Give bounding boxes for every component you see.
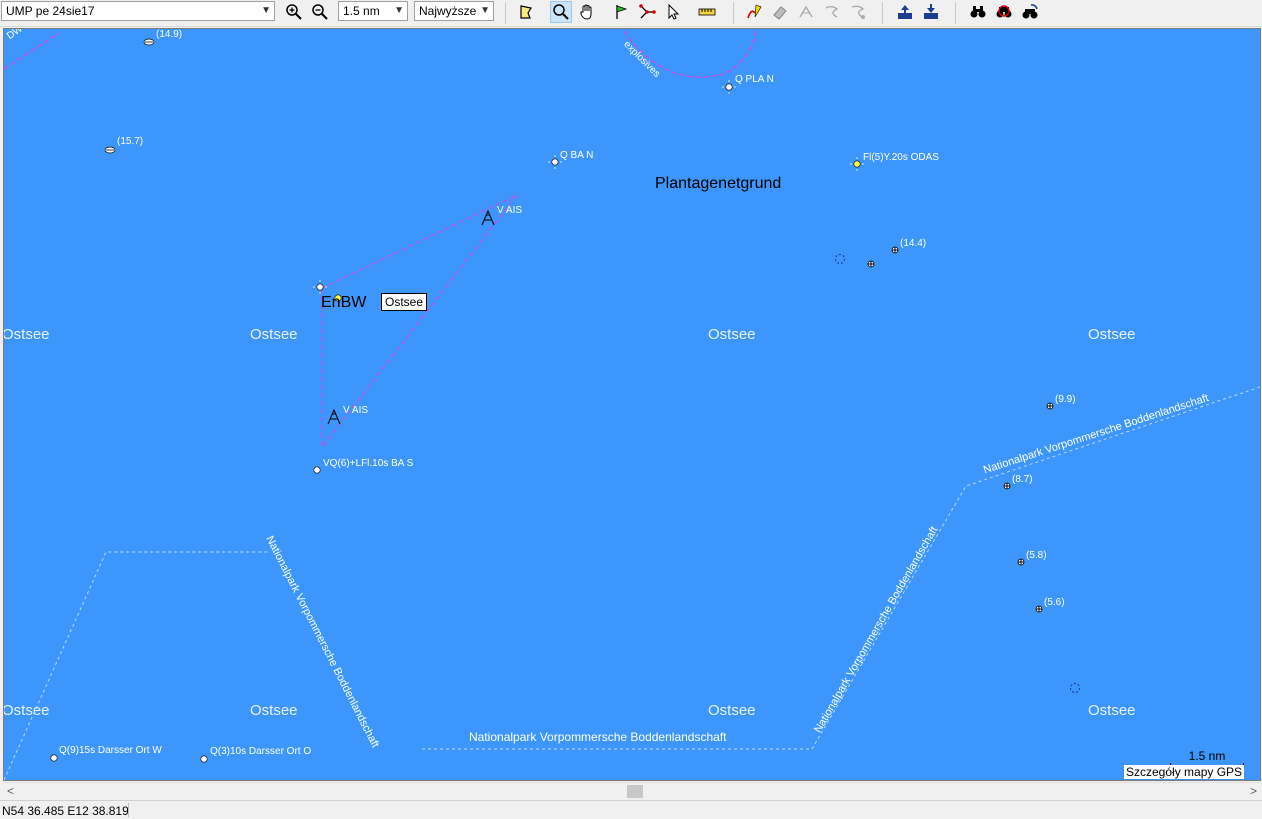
map-tooltip: Ostsee [381, 293, 428, 311]
zoom-out-icon [312, 4, 328, 20]
binoculars-recent-icon [1022, 4, 1038, 19]
sea-label: Ostsee [1088, 702, 1136, 719]
eraser-icon [773, 6, 787, 20]
sea-label: Ostsee [708, 326, 756, 343]
zoom-in-button[interactable] [283, 1, 305, 23]
toolbar-separator [505, 2, 506, 24]
map-product-select[interactable]: UMP pe 24sie17 ▼ [1, 1, 275, 21]
toolbar-separator [733, 2, 734, 24]
depth-label: (14.4) [900, 238, 927, 249]
draw-track-button[interactable] [743, 1, 765, 23]
scale-select[interactable]: 1.5 nm ▼ [338, 1, 408, 21]
zoom-in-icon [286, 4, 302, 20]
sea-label: Ostsee [708, 702, 756, 719]
select-tool-button[interactable] [515, 1, 537, 23]
map-product-value: UMP pe 24sie17 [6, 4, 95, 18]
status-divider [128, 803, 129, 817]
scroll-right-icon[interactable]: > [1250, 783, 1257, 800]
plantagenetgrund-label: Plantagenetgrund [655, 175, 782, 192]
horizontal-scrollbar[interactable]: < > [3, 782, 1261, 800]
map-canvas[interactable]: Ostsee Ostsee Ostsee Ostsee Ostsee Ostse… [4, 29, 1260, 780]
download-device-icon [924, 4, 938, 19]
route-tool-button[interactable] [636, 1, 658, 23]
send-to-device-button[interactable] [894, 1, 916, 23]
scale-value: 1.5 nm [343, 4, 380, 18]
light-label: Fl(5)Y.20s ODAS [863, 152, 939, 163]
measure-tool-button[interactable] [696, 1, 718, 23]
ais-label: V AIS [497, 205, 523, 216]
zoom-tool-icon [553, 4, 569, 20]
track-draw-icon [747, 4, 762, 19]
find-nearby-button[interactable] [993, 1, 1015, 23]
waypoint-tool-button[interactable] [610, 1, 632, 23]
cursor-icon [668, 3, 680, 20]
hand-icon [580, 4, 592, 20]
map-view[interactable]: Ostsee Ostsee Ostsee Ostsee Ostsee Ostse… [3, 28, 1261, 781]
flag-icon [616, 5, 628, 19]
sea-label: Ostsee [1088, 326, 1136, 343]
detail-select[interactable]: Najwyższe ▼ [414, 1, 494, 21]
track-join-icon [825, 6, 839, 18]
depth-label: (5.8) [1026, 550, 1047, 561]
find-recent-button[interactable] [1019, 1, 1041, 23]
receive-from-device-button[interactable] [920, 1, 942, 23]
ruler-icon [698, 8, 716, 16]
light-label: Q BA N [560, 150, 594, 161]
depth-label: (15.7) [117, 136, 144, 147]
light-label: Q(9)15s Darsser Ort W [59, 745, 162, 756]
light-label: Q PLA N [735, 74, 774, 85]
toolbar-separator [882, 2, 883, 24]
chevron-down-icon: ▼ [480, 5, 490, 16]
sea-label: Ostsee [250, 702, 298, 719]
sea-label: Ostsee [4, 326, 50, 343]
zoom-tool-button[interactable] [550, 1, 572, 23]
toolbar-separator [955, 2, 956, 24]
track-tool-c-button[interactable] [847, 1, 869, 23]
national-park-label: Nationalpark Vorpommersche Boddenlandsch… [469, 730, 727, 744]
track-split-icon [799, 5, 813, 18]
detail-value: Najwyższe [419, 4, 477, 18]
status-bar: N54 36.485 E12 38.819 [0, 800, 1262, 819]
depth-label: (9.9) [1055, 394, 1076, 405]
light-label: VQ(6)+LFl.10s BA S [323, 458, 414, 469]
toolbar: UMP pe 24sie17 ▼ 1.5 nm ▼ Najwyższe ▼ [0, 0, 1262, 27]
track-filter-icon [851, 5, 865, 19]
pointer-tool-button[interactable] [662, 1, 684, 23]
binoculars-target-icon [996, 5, 1012, 18]
scale-label: 1.5 nm [1188, 749, 1226, 763]
sea-label: Ostsee [250, 326, 298, 343]
sea-label: Ostsee [4, 702, 50, 719]
pan-tool-button[interactable] [576, 1, 598, 23]
ais-label: V AIS [343, 405, 369, 416]
track-tool-a-button[interactable] [795, 1, 817, 23]
depth-label: (14.9) [156, 29, 183, 40]
upload-device-icon [898, 5, 912, 19]
ais-tower-icon [327, 209, 495, 425]
depth-label: (5.6) [1044, 597, 1065, 608]
erase-track-button[interactable] [769, 1, 791, 23]
zoom-out-button[interactable] [309, 1, 331, 23]
find-button[interactable] [967, 1, 989, 23]
route-icon [639, 4, 656, 19]
track-tool-b-button[interactable] [821, 1, 843, 23]
chevron-down-icon: ▼ [261, 5, 271, 16]
cursor-coordinates: N54 36.485 E12 38.819 [2, 804, 129, 818]
enbw-label: EnBW [321, 294, 367, 311]
depth-label: (8.7) [1012, 474, 1033, 485]
select-region-icon [520, 5, 532, 19]
map-detail-label: Szczegóły mapy GPS [1124, 765, 1245, 779]
light-label: Q(3)10s Darsser Ort O [210, 746, 312, 757]
scroll-thumb[interactable] [627, 785, 643, 798]
binoculars-icon [970, 6, 986, 18]
chevron-down-icon: ▼ [394, 5, 404, 16]
scroll-left-icon[interactable]: < [7, 783, 14, 800]
